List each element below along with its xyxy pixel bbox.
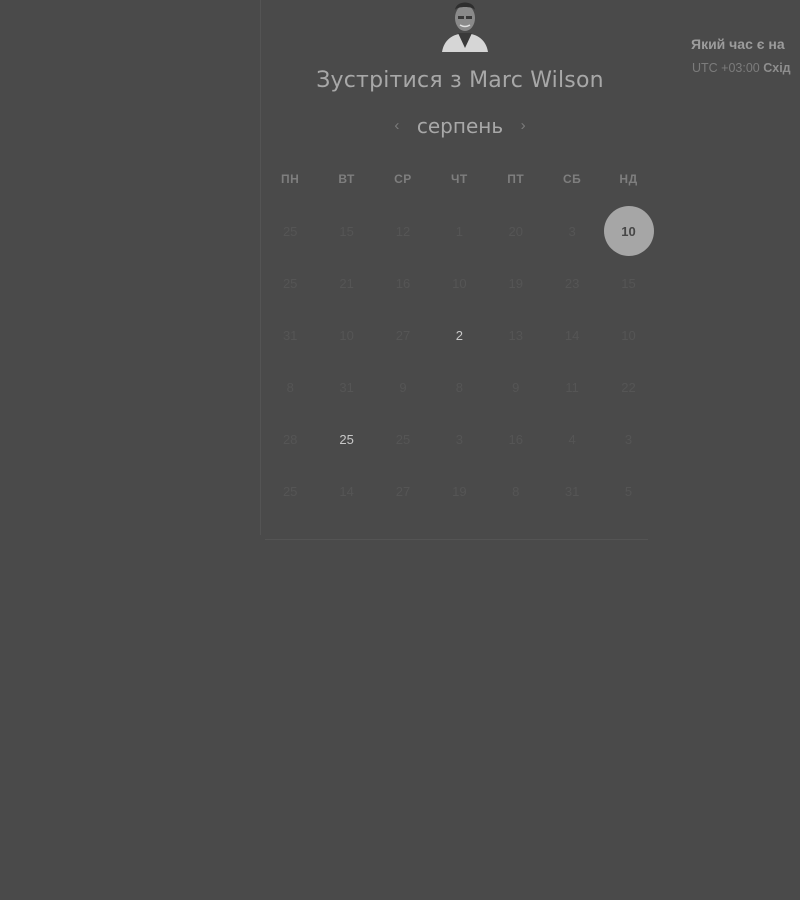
calendar-day: 16 [508,431,523,447]
weekday-label: СБ [563,172,582,186]
calendar-day: 10 [452,275,467,291]
calendar-week: 25 21 16 10 19 23 15 [262,257,657,309]
calendar-day: 12 [395,223,411,239]
timezone-selector[interactable]: UTC +03:00 Схід [692,61,791,75]
calendar-day: 27 [395,327,411,343]
calendar-week: 28 25 25 3 16 4 3 [262,413,657,465]
calendar-day: 19 [452,483,467,499]
weekday-label: ПН [281,172,300,186]
avatar [440,0,490,52]
calendar-day: 21 [339,275,354,291]
calendar-day: 8 [286,379,294,395]
calendar-day: 25 [282,275,298,291]
calendar-day: 10 [621,327,636,343]
weekday-label: ЧТ [450,172,468,186]
weekday-label: ВТ [338,172,355,186]
weekday-label: НД [619,172,638,186]
calendar-day: 8 [455,379,463,395]
calendar-day: 8 [512,483,520,499]
calendar-day: 23 [564,275,580,291]
calendar-day-available[interactable]: 2 [431,309,487,361]
chevron-left-icon[interactable]: ‹ [385,113,409,139]
calendar-week: 31 10 27 2 13 14 10 [262,309,657,361]
calendar-day: 31 [282,327,298,343]
calendar-day: 31 [339,379,354,395]
calendar-day: 13 [508,327,523,343]
timezone-question: Який час є на [691,36,785,52]
timezone-name: Схід [763,61,791,75]
calendar-week: 25 15 12 1 20 3 10 [262,205,657,257]
weekday-header: ПН ВТ СР ЧТ ПТ СБ НД [262,172,657,186]
calendar-day: 9 [512,379,520,395]
calendar-day: 15 [621,275,636,291]
month-label: серпень [416,114,504,138]
calendar-day: 27 [395,483,411,499]
calendar-day: 22 [621,379,636,395]
month-navigation: ‹ серпень › [260,113,660,139]
calendar-day-available[interactable]: 25 [318,413,374,465]
calendar-day: 11 [565,379,579,395]
calendar-day: 15 [339,223,354,239]
calendar-day: 10 [339,327,354,343]
weekday-label: ПТ [507,172,525,186]
page-title: Зустрітися з Marc Wilson [316,68,604,93]
calendar-day: 3 [624,431,633,447]
weekday-label: СР [394,172,412,186]
calendar-day: 20 [508,223,523,239]
calendar-day: 4 [568,431,576,447]
calendar-day: 31 [564,483,580,499]
calendar-day: 25 [395,431,411,447]
calendar-day: 3 [568,223,576,239]
calendar-day: 9 [399,379,407,395]
panel-divider [265,539,648,540]
calendar-day: 14 [564,327,580,343]
calendar-day: 28 [282,431,298,447]
calendar-day: 5 [624,483,633,499]
calendar-week: 25 14 27 19 8 31 5 [262,465,657,517]
calendar-day: 14 [339,483,354,499]
calendar-grid: 25 15 12 1 20 3 10 25 21 16 10 19 23 15 … [262,205,657,517]
calendar-day: 25 [282,483,298,499]
calendar-day: 25 [282,223,298,239]
calendar-day: 16 [395,275,411,291]
calendar-day: 1 [455,223,463,239]
calendar-day: 3 [455,431,463,447]
timezone-offset: UTC +03:00 [692,61,760,75]
calendar-day-selected[interactable]: 10 [600,205,656,257]
calendar-week: 8 31 9 8 9 11 22 [262,361,657,413]
calendar-day: 19 [508,275,523,291]
chevron-right-icon[interactable]: › [511,113,535,139]
